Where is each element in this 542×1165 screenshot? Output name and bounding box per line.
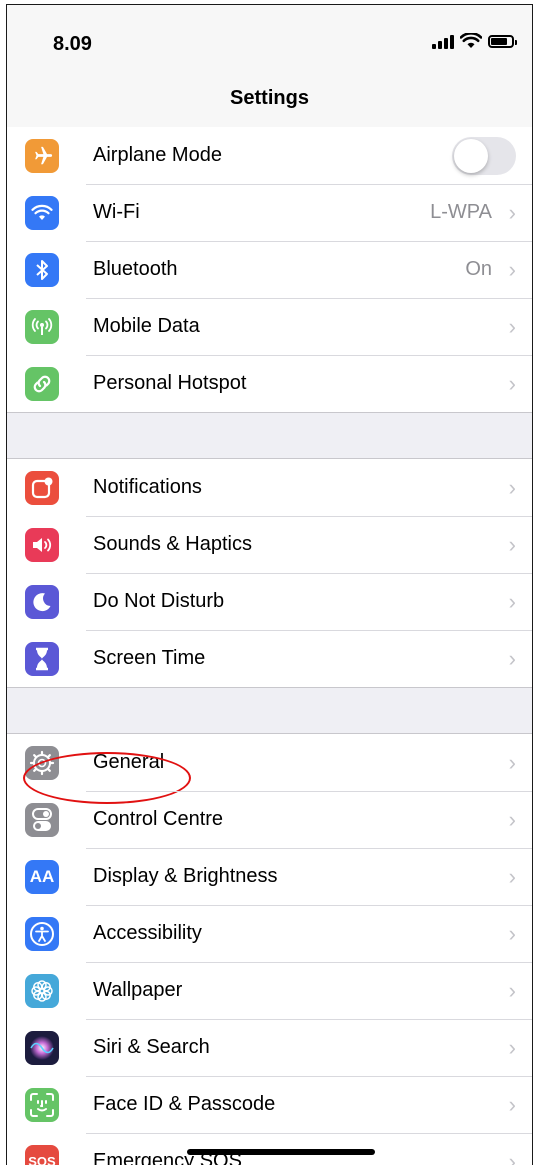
chevron-right-icon: ›: [508, 1148, 516, 1165]
row-label: Wallpaper: [93, 979, 183, 1001]
row-do-not-disturb[interactable]: Do Not Disturb ›: [7, 573, 532, 630]
row-label: Screen Time: [93, 647, 206, 669]
row-value: L-WPA: [430, 201, 492, 223]
row-airplane-mode[interactable]: Airplane Mode: [7, 127, 532, 184]
chevron-right-icon: ›: [508, 531, 516, 557]
row-general[interactable]: General ›: [7, 734, 532, 804]
row-accessibility[interactable]: Accessibility ›: [7, 905, 532, 962]
face-id-icon: [25, 1087, 59, 1122]
chevron-right-icon: ›: [508, 863, 516, 889]
row-label: Accessibility: [93, 922, 202, 944]
chevron-right-icon: ›: [508, 1034, 516, 1060]
row-value: On: [465, 258, 492, 280]
chevron-right-icon: ›: [508, 806, 516, 832]
settings-group: Airplane Mode Wi-Fi L-WPA › Bluetooth On › Mobi…: [7, 127, 532, 413]
row-personal-hotspot[interactable]: Personal Hotspot ›: [7, 355, 532, 412]
row-bluetooth[interactable]: Bluetooth On ›: [7, 241, 532, 298]
row-wallpaper[interactable]: Wallpaper ›: [7, 962, 532, 1019]
row-label: General: [93, 751, 165, 773]
row-siri-and-search[interactable]: Siri & Search ›: [7, 1019, 532, 1076]
chevron-right-icon: ›: [508, 199, 516, 225]
antenna-icon: [25, 309, 59, 344]
chevron-right-icon: ›: [508, 977, 516, 1003]
bluetooth-icon: [25, 252, 59, 287]
gear-icon: [25, 745, 59, 780]
row-label: Mobile Data: [93, 315, 200, 337]
section-spacer: [7, 688, 532, 733]
settings-group: General › Control Centre › AA Display & Brigh…: [7, 733, 532, 1165]
battery-icon: [488, 34, 517, 48]
settings-list: Airplane Mode Wi-Fi L-WPA › Bluetooth On › Mobi…: [7, 127, 532, 1165]
row-label: Airplane Mode: [93, 144, 222, 166]
page-title: Settings: [230, 87, 309, 109]
accessibility-icon: [25, 916, 59, 951]
chevron-right-icon: ›: [508, 313, 516, 339]
airplane-mode-toggle[interactable]: [452, 136, 516, 175]
text-size-icon: AA: [25, 859, 59, 894]
hourglass-icon: [25, 641, 59, 676]
sos-icon: SOS: [25, 1144, 59, 1165]
chevron-right-icon: ›: [508, 749, 516, 775]
row-sounds-and-haptics[interactable]: Sounds & Haptics ›: [7, 516, 532, 573]
row-control-centre[interactable]: Control Centre ›: [7, 791, 532, 848]
chevron-right-icon: ›: [508, 256, 516, 282]
cellular-signal-icon: [432, 33, 454, 49]
flower-icon: [25, 973, 59, 1008]
wifi-icon: [25, 195, 59, 230]
switches-icon: [25, 802, 59, 837]
chevron-right-icon: ›: [508, 588, 516, 614]
chevron-right-icon: ›: [508, 920, 516, 946]
home-indicator[interactable]: [187, 1149, 375, 1155]
row-notifications[interactable]: Notifications ›: [7, 459, 532, 516]
status-time: 8.09: [53, 33, 92, 55]
wifi-status-icon: [460, 33, 482, 48]
row-label: Notifications: [93, 476, 202, 498]
row-label: Do Not Disturb: [93, 590, 225, 612]
moon-icon: [25, 584, 59, 619]
speaker-icon: [25, 527, 59, 562]
row-mobile-data[interactable]: Mobile Data ›: [7, 298, 532, 355]
status-icons: [432, 33, 517, 49]
row-face-id-and-passcode[interactable]: Face ID & Passcode ›: [7, 1076, 532, 1133]
phone-screen: 8.09 Settings Airplane Mode Wi-Fi L-WPA › Bl…: [6, 4, 533, 1165]
nav-bar: Settings: [7, 75, 532, 128]
chevron-right-icon: ›: [508, 645, 516, 671]
chevron-right-icon: ›: [508, 474, 516, 500]
row-label: Sounds & Haptics: [93, 533, 252, 555]
row-label: Face ID & Passcode: [93, 1093, 276, 1115]
row-label: Personal Hotspot: [93, 372, 247, 394]
row-label: Wi-Fi: [93, 201, 140, 223]
siri-icon: [25, 1030, 59, 1065]
row-screen-time[interactable]: Screen Time ›: [7, 630, 532, 687]
section-spacer: [7, 413, 532, 458]
row-label: Siri & Search: [93, 1036, 210, 1058]
row-label: Control Centre: [93, 808, 224, 830]
chevron-right-icon: ›: [508, 370, 516, 396]
airplane-icon: [25, 138, 59, 173]
status-bar: 8.09: [7, 5, 532, 75]
row-display-and-brightness[interactable]: AA Display & Brightness ›: [7, 848, 532, 905]
chevron-right-icon: ›: [508, 1091, 516, 1117]
row-label: Bluetooth: [93, 258, 178, 280]
notifications-icon: [25, 470, 59, 505]
row-label: Display & Brightness: [93, 865, 278, 887]
link-icon: [25, 366, 59, 401]
settings-group: Notifications › Sounds & Haptics › Do Not Di…: [7, 458, 532, 688]
row-wi-fi[interactable]: Wi-Fi L-WPA ›: [7, 184, 532, 241]
